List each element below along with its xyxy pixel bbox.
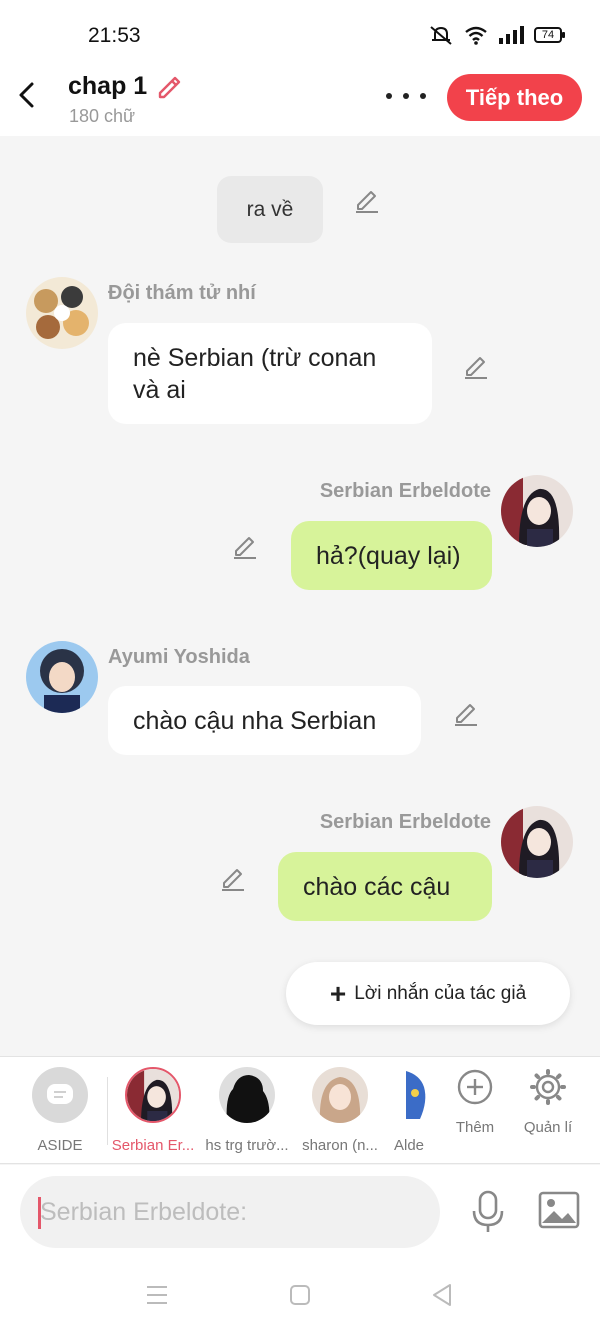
edit-pencil-icon[interactable] — [452, 699, 480, 727]
status-time: 21:53 — [88, 24, 141, 47]
message-line: và ai — [133, 375, 186, 404]
next-button[interactable]: Tiếp theo — [447, 74, 582, 121]
manage-characters-button[interactable]: Quản lí — [504, 1067, 592, 1136]
character-label: Serbian Er... — [111, 1137, 195, 1154]
wifi-icon — [465, 26, 487, 45]
message-line: nè Serbian (trừ conan — [133, 343, 377, 372]
character-label: hs trg trườ... — [205, 1137, 289, 1154]
header: chap 1 180 chữ Tiếp theo — [0, 64, 600, 136]
sender-name: Serbian Erbeldote — [319, 480, 491, 502]
character-aside[interactable]: ASIDE — [16, 1067, 104, 1154]
author-note-button[interactable]: + Lời nhắn của tác giả — [286, 962, 570, 1025]
avatar-serbian-erbeldote — [125, 1067, 181, 1123]
chat-area: ra về Đội thám tử nhí nè Serbian (trừ co… — [0, 136, 600, 1056]
edit-pencil-icon[interactable] — [462, 352, 490, 380]
avatar-doi-tham-tu-nhi[interactable] — [26, 277, 98, 349]
message-bubble[interactable]: chào cậu nha Serbian — [108, 686, 421, 755]
message-bubble[interactable]: hả?(quay lại) — [291, 521, 492, 590]
back-arrow-icon[interactable] — [14, 78, 42, 112]
message-bubble[interactable]: chào các cậu — [278, 852, 492, 921]
character-label: ASIDE — [37, 1137, 83, 1154]
avatar-serbian-erbeldote[interactable] — [501, 475, 573, 547]
microphone-icon[interactable] — [468, 1189, 508, 1235]
edit-pencil-icon[interactable] — [219, 864, 247, 892]
sender-name: Serbian Erbeldote — [319, 811, 491, 833]
edit-pencil-icon[interactable] — [353, 186, 381, 214]
back-triangle-icon[interactable] — [428, 1281, 456, 1309]
avatar-serbian-erbeldote[interactable] — [501, 806, 573, 878]
mute-notification-icon — [430, 26, 452, 45]
edit-title-pencil-icon[interactable] — [155, 72, 183, 100]
character-label: Quản lí — [523, 1119, 573, 1136]
character-alde[interactable]: Alde — [388, 1067, 432, 1154]
more-options-icon[interactable] — [386, 88, 426, 104]
word-count: 180 chữ — [69, 106, 136, 126]
signal-icon — [499, 26, 524, 44]
avatar-ayumi-yoshida[interactable] — [26, 641, 98, 713]
plus-icon: + — [329, 977, 347, 1009]
plus-circle-icon — [457, 1069, 493, 1105]
message-input[interactable] — [20, 1176, 440, 1248]
status-bar: 21:53 74 — [0, 0, 600, 64]
character-label: sharon (n... — [302, 1137, 378, 1154]
narration-bubble[interactable]: ra về — [217, 176, 323, 243]
input-bar — [0, 1165, 600, 1257]
character-serbian[interactable]: Serbian Er... — [109, 1067, 197, 1154]
sender-name: Đội thám tử nhí — [108, 282, 256, 304]
character-label: Alde — [394, 1137, 425, 1154]
character-bar: ASIDE Serbian Er... hs trg trườ... sharo… — [0, 1056, 600, 1164]
system-nav-bar — [0, 1257, 600, 1333]
text-caret — [38, 1197, 41, 1229]
status-icons: 74 — [428, 24, 565, 46]
image-icon[interactable] — [538, 1191, 580, 1229]
home-square-icon[interactable] — [286, 1281, 314, 1309]
edit-pencil-icon[interactable] — [231, 532, 259, 560]
character-hs-trg-truong[interactable]: hs trg trườ... — [203, 1067, 291, 1154]
chapter-title[interactable]: chap 1 — [68, 72, 147, 101]
character-sharon[interactable]: sharon (n... — [296, 1067, 384, 1154]
avatar-silhouette — [219, 1067, 275, 1123]
message-bubble[interactable]: nè Serbian (trừ conan và ai — [108, 323, 432, 424]
sender-name: Ayumi Yoshida — [108, 646, 250, 668]
aside-chat-icon — [32, 1067, 88, 1123]
menu-icon[interactable] — [143, 1281, 171, 1309]
author-note-label: Lời nhắn của tác giả — [354, 982, 527, 1004]
gear-icon — [530, 1069, 566, 1105]
battery-icon: 74 — [534, 27, 565, 43]
divider — [107, 1077, 108, 1145]
avatar-sharon — [312, 1067, 368, 1123]
avatar-alde — [406, 1067, 430, 1123]
